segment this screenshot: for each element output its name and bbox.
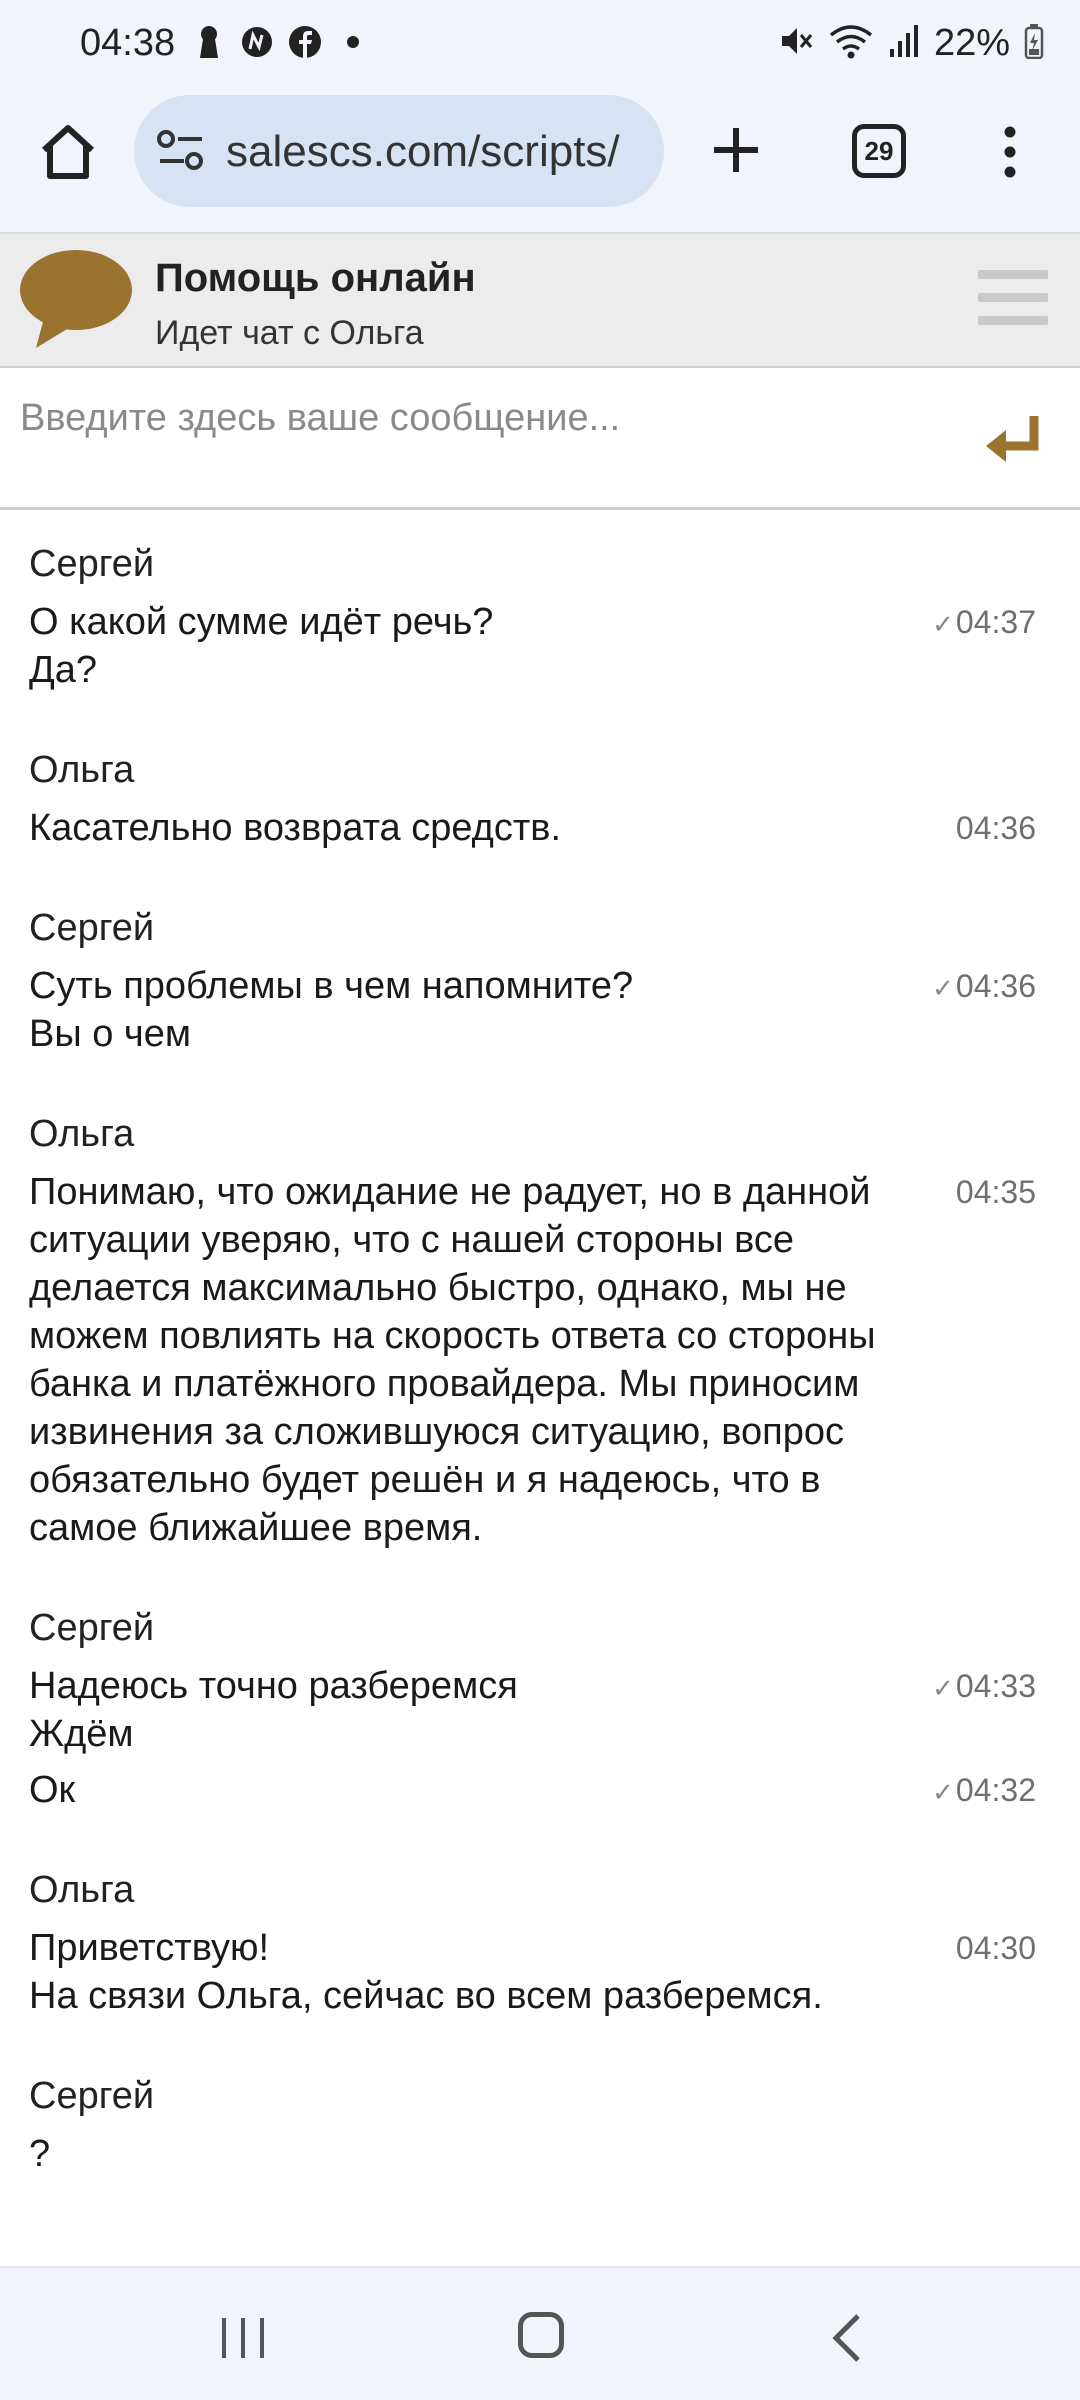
message-time-value: 04:37 [955, 604, 1036, 640]
message-input[interactable] [20, 388, 950, 448]
message-item: Касательно возврата средств. 04:36 [29, 796, 1036, 852]
message-time: ✓04:37 [932, 590, 1036, 641]
menu-line-icon [978, 316, 1048, 325]
status-notification-icons [192, 22, 370, 62]
message-compose-area [0, 368, 1080, 510]
back-button[interactable] [826, 2312, 866, 2364]
message-group: Сергей Суть проблемы в чем напомните? Вы … [0, 876, 1080, 1058]
chat-menu-button[interactable] [978, 270, 1048, 330]
message-text: Надеюсь точно разберемся Ждём [29, 1665, 518, 1755]
message-list[interactable]: Сергей О какой сумме идёт речь? Да? ✓04:37… [0, 512, 1080, 2266]
message-time: 04:36 [956, 796, 1036, 847]
signal-icon [888, 23, 920, 64]
menu-line-icon [978, 270, 1048, 279]
recents-button[interactable] [218, 2316, 268, 2360]
system-nav-bar [0, 2266, 1080, 2400]
message-time: ✓04:32 [932, 1758, 1036, 1809]
read-check-icon: ✓ [932, 609, 954, 639]
battery-percent: 22% [933, 22, 1010, 64]
back-icon [832, 2314, 860, 2362]
message-time: 04:35 [956, 1160, 1036, 1211]
message-time-value: 04:30 [955, 1930, 1036, 1966]
browser-toolbar: salescs.com/scripts/ 29 [0, 90, 1080, 232]
new-tab-button[interactable] [704, 118, 768, 182]
tab-switcher-button[interactable]: 29 [852, 124, 906, 178]
message-item: Понимаю, что ожидание не радует, но в да… [29, 1160, 1036, 1552]
message-group: Сергей Надеюсь точно разберемся Ждём ✓04:3… [0, 1576, 1080, 1814]
message-sender: Ольга [29, 1113, 135, 1155]
keyhole-icon [192, 22, 226, 62]
message-group: Ольга Касательно возврата средств. 04:36 [0, 718, 1080, 852]
url-text[interactable]: salescs.com/scripts/ [226, 127, 646, 177]
message-text: Ок [29, 1769, 76, 1811]
chat-bubble-icon [16, 248, 136, 352]
more-vert-icon [1004, 126, 1016, 178]
message-time-value: 04:32 [955, 1772, 1036, 1808]
chat-header: Помощь онлайн Идет чат с Ольга [0, 232, 1080, 368]
status-system-icons: 22% [778, 22, 1044, 65]
message-item: Приветствую! На связи Ольга, сейчас во в… [29, 1916, 1036, 2020]
message-time: 04:30 [956, 1916, 1036, 1967]
message-sender: Сергей [29, 907, 155, 949]
message-time-value: 04:36 [955, 810, 1036, 846]
mute-icon [778, 23, 814, 64]
plus-icon [714, 128, 758, 172]
chat-title: Помощь онлайн [155, 256, 476, 300]
message-group: Сергей О какой сумме идёт речь? Да? ✓04:37 [0, 512, 1080, 694]
message-item: Ок ✓04:32 [29, 1758, 1036, 1814]
read-check-icon: ✓ [932, 1777, 954, 1807]
battery-icon [1024, 23, 1044, 64]
tab-count: 29 [864, 135, 894, 166]
status-time: 04:38 [80, 22, 176, 64]
chat-subtitle: Идет чат с Ольга [155, 314, 424, 352]
message-time-value: 04:35 [955, 1174, 1036, 1210]
message-item: ? [29, 2122, 1036, 2178]
status-bar: 04:38 22% [0, 0, 1080, 90]
message-group: Сергей? [0, 2044, 1080, 2178]
site-settings-icon[interactable] [156, 129, 206, 173]
wifi-icon [828, 23, 874, 64]
menu-line-icon [978, 293, 1048, 302]
more-menu-button[interactable] [990, 120, 1030, 184]
message-text: Понимаю, что ожидание не радует, но в да… [29, 1171, 876, 1549]
home-icon [41, 125, 95, 179]
message-text: Суть проблемы в чем напомните? Вы о чем [29, 965, 634, 1055]
message-time: ✓04:33 [932, 1654, 1036, 1705]
message-item: Суть проблемы в чем напомните? Вы о чем ✓… [29, 954, 1036, 1058]
message-text: Касательно возврата средств. [29, 807, 561, 849]
enter-arrow-icon [986, 416, 1039, 462]
message-text: ? [29, 2133, 51, 2175]
message-text: Приветствую! На связи Ольга, сейчас во в… [29, 1927, 823, 2017]
message-group: Ольга Приветствую! На связи Ольга, сейчас… [0, 1838, 1080, 2020]
home-nav-button[interactable] [518, 2312, 564, 2358]
message-sender: Сергей [29, 1607, 155, 1649]
facebook-icon [288, 22, 322, 62]
read-check-icon: ✓ [932, 1673, 954, 1703]
message-sender: Ольга [29, 749, 135, 791]
message-sender: Ольга [29, 1869, 135, 1911]
message-group: Ольга Понимаю, что ожидание не радует, но… [0, 1082, 1080, 1552]
dot-icon [336, 22, 370, 62]
message-item: О какой сумме идёт речь? Да? ✓04:37 [29, 590, 1036, 694]
address-bar[interactable]: salescs.com/scripts/ [134, 95, 664, 207]
message-sender: Сергей [29, 2075, 155, 2117]
message-sender: Сергей [29, 543, 155, 585]
message-time: ✓04:36 [932, 954, 1036, 1005]
message-item: Надеюсь точно разберемся Ждём ✓04:33 [29, 1654, 1036, 1758]
recents-icon [222, 2318, 264, 2358]
message-text: О какой сумме идёт речь? Да? [29, 601, 494, 691]
send-button[interactable] [982, 412, 1046, 468]
message-time-value: 04:33 [955, 1668, 1036, 1704]
message-time-value: 04:36 [955, 968, 1036, 1004]
read-check-icon: ✓ [932, 973, 954, 1003]
notification-app-icon [240, 22, 274, 62]
home-button[interactable] [36, 120, 100, 184]
